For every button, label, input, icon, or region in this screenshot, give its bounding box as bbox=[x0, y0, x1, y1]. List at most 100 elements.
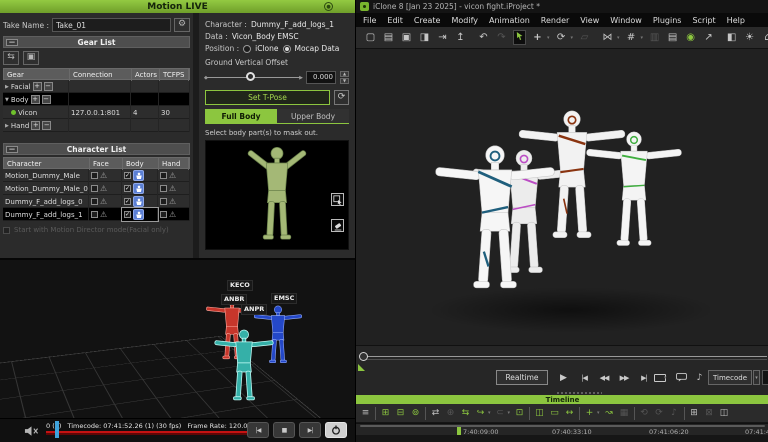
body-tpose-icon[interactable] bbox=[133, 170, 144, 181]
scrub-marker[interactable] bbox=[55, 421, 59, 438]
body-checkbox[interactable]: ✓ bbox=[124, 211, 131, 218]
mask-mannequin[interactable] bbox=[235, 145, 319, 247]
open-project-icon[interactable]: ▤ bbox=[382, 30, 395, 45]
export-media-icon[interactable]: ⇥ bbox=[436, 30, 449, 45]
position-radio-mocap[interactable] bbox=[283, 45, 291, 53]
loop-forward-icon[interactable]: ⟳ bbox=[654, 407, 665, 420]
speech-prompt-icon[interactable] bbox=[676, 370, 687, 385]
menu-modify[interactable]: Modify bbox=[451, 16, 478, 25]
body-checkbox[interactable]: ✓ bbox=[124, 172, 131, 179]
ground-offset-slider[interactable]: ◆ ▶ bbox=[205, 72, 302, 82]
dock-panel-icon[interactable]: ◧ bbox=[725, 30, 738, 45]
character-row[interactable]: Motion_Dummy_Male_0 ⚠ ✓ ⚠ bbox=[3, 182, 190, 195]
add-loop-icon[interactable]: ⊕ bbox=[445, 407, 456, 420]
menu-create[interactable]: Create bbox=[414, 16, 441, 25]
menu-window[interactable]: Window bbox=[610, 16, 642, 25]
select-tool-icon[interactable] bbox=[513, 30, 526, 45]
range-clip-icon[interactable]: ⊡ bbox=[514, 407, 525, 420]
gear-preset-load-button[interactable]: ⇆ bbox=[3, 51, 19, 65]
mask-select-button[interactable] bbox=[331, 193, 344, 206]
time-scrubber-handle[interactable] bbox=[359, 352, 368, 361]
character-row[interactable]: Motion_Dummy_Male ⚠ ✓ ⚠ bbox=[3, 169, 190, 182]
gear-row-body[interactable]: ▼ Body + − bbox=[3, 93, 190, 106]
add-gear-button[interactable]: + bbox=[31, 121, 40, 130]
robot-blue[interactable] bbox=[430, 115, 560, 327]
body-tpose-icon[interactable] bbox=[133, 209, 144, 220]
collect-clip-icon[interactable]: ⊞ bbox=[380, 407, 391, 420]
timeline-scrollbar[interactable] bbox=[360, 425, 765, 427]
last-frame-button[interactable]: ▶| bbox=[636, 370, 652, 385]
prev-frame-button[interactable]: ◀◀ bbox=[596, 370, 612, 385]
mute-track-icon[interactable]: ♪ bbox=[669, 407, 680, 420]
undo-icon[interactable]: ↶ bbox=[477, 30, 490, 45]
insert-frame-icon[interactable]: ⊞ bbox=[689, 407, 700, 420]
last-frame-button[interactable]: ▶| bbox=[299, 422, 321, 438]
gear-row-facial[interactable]: ▶ Facial + − bbox=[3, 80, 190, 93]
remove-gear-button[interactable]: − bbox=[42, 121, 51, 130]
gear-row-hand[interactable]: ▶ Hand + − bbox=[3, 119, 190, 132]
expand-icon[interactable]: ▶ bbox=[5, 123, 9, 129]
realtime-button[interactable]: Realtime bbox=[496, 370, 548, 385]
menu-render[interactable]: Render bbox=[541, 16, 569, 25]
add-key-icon[interactable]: + bbox=[584, 407, 595, 420]
face-checkbox[interactable] bbox=[91, 172, 98, 179]
timeline-ruler[interactable]: 7:40:09:00 07:40:33:10 07:41:06:20 07:41… bbox=[356, 423, 768, 435]
frame-range-icon[interactable]: ◫ bbox=[719, 407, 730, 420]
remove-gear-button[interactable]: − bbox=[42, 95, 51, 104]
play-button[interactable]: ▶ bbox=[556, 370, 570, 385]
first-frame-button[interactable]: |◀ bbox=[247, 422, 269, 438]
body-checkbox[interactable]: ✓ bbox=[124, 185, 131, 192]
tab-upper-body[interactable]: Upper Body bbox=[277, 109, 349, 123]
gear-row-vicon[interactable]: Vicon 127.0.0.1:801 4 30 bbox=[3, 106, 190, 119]
position-radio-iclone[interactable] bbox=[243, 45, 251, 53]
paste-icon[interactable]: ▥ bbox=[648, 30, 661, 45]
robot-green[interactable] bbox=[582, 107, 686, 277]
speed-clip-icon[interactable]: ↪ bbox=[475, 407, 486, 420]
collapse-icon[interactable]: ▼ bbox=[5, 97, 9, 103]
slider-handle[interactable] bbox=[246, 72, 255, 81]
stop-button[interactable]: ■ bbox=[273, 422, 295, 438]
rotate-tool-icon[interactable]: ⟳ bbox=[555, 30, 568, 45]
menu-view[interactable]: View bbox=[580, 16, 599, 25]
home-view-icon[interactable]: ⌂ bbox=[761, 30, 768, 45]
menu-edit[interactable]: Edit bbox=[387, 16, 403, 25]
hand-checkbox[interactable] bbox=[160, 172, 167, 179]
expand-icon[interactable]: ▶ bbox=[5, 84, 9, 90]
hand-checkbox[interactable] bbox=[160, 211, 167, 218]
motion-live-settings-icon[interactable]: ● bbox=[324, 2, 333, 11]
flatten-clip-icon[interactable]: ⊟ bbox=[395, 407, 406, 420]
spinner-down[interactable]: ▼ bbox=[340, 78, 349, 84]
loop-back-icon[interactable]: ⟲ bbox=[639, 407, 650, 420]
mute-speaker-icon[interactable] bbox=[24, 426, 39, 436]
take-settings-button[interactable]: ⚙ bbox=[174, 18, 190, 32]
spinner-up[interactable]: ▲ bbox=[340, 71, 349, 77]
redo-icon[interactable]: ↷ bbox=[495, 30, 508, 45]
gear-list-header[interactable]: — Gear List bbox=[3, 36, 190, 48]
gear-list-collapse-icon[interactable]: — bbox=[6, 39, 18, 46]
zoom-fit-icon[interactable]: ◫ bbox=[534, 407, 545, 420]
body-tpose-icon[interactable] bbox=[133, 183, 144, 194]
hand-checkbox[interactable] bbox=[160, 185, 167, 192]
track-list-icon[interactable]: ≡ bbox=[360, 407, 371, 420]
new-project-icon[interactable]: ▢ bbox=[364, 30, 377, 45]
scene-manager-icon[interactable]: ▤ bbox=[666, 30, 679, 45]
curve-editor-icon[interactable]: ↝ bbox=[604, 407, 615, 420]
refresh-icon[interactable]: ⟳ bbox=[334, 90, 349, 105]
take-name-input[interactable] bbox=[52, 18, 171, 32]
menu-script[interactable]: Script bbox=[692, 16, 715, 25]
loop-toggle-icon[interactable]: ⇄ bbox=[430, 407, 441, 420]
move-tool-icon[interactable]: + bbox=[531, 30, 544, 45]
body-mask-canvas[interactable] bbox=[205, 140, 349, 250]
gear-preset-save-button[interactable]: ▣ bbox=[23, 51, 39, 65]
menu-help[interactable]: Help bbox=[727, 16, 745, 25]
export-file-icon[interactable]: ↥ bbox=[454, 30, 467, 45]
menu-plugins[interactable]: Plugins bbox=[653, 16, 682, 25]
timeline-playhead[interactable] bbox=[457, 427, 461, 435]
menu-file[interactable]: File bbox=[363, 16, 376, 25]
position-option-iclone[interactable]: iClone bbox=[255, 44, 278, 53]
add-gear-button[interactable]: + bbox=[31, 95, 40, 104]
snap-tool-icon[interactable]: # bbox=[625, 30, 638, 45]
mask-clear-button[interactable] bbox=[331, 219, 344, 232]
motion-live-titlebar[interactable]: Motion LIVE ● bbox=[0, 0, 355, 13]
next-frame-button[interactable]: ▶▶ bbox=[616, 370, 632, 385]
